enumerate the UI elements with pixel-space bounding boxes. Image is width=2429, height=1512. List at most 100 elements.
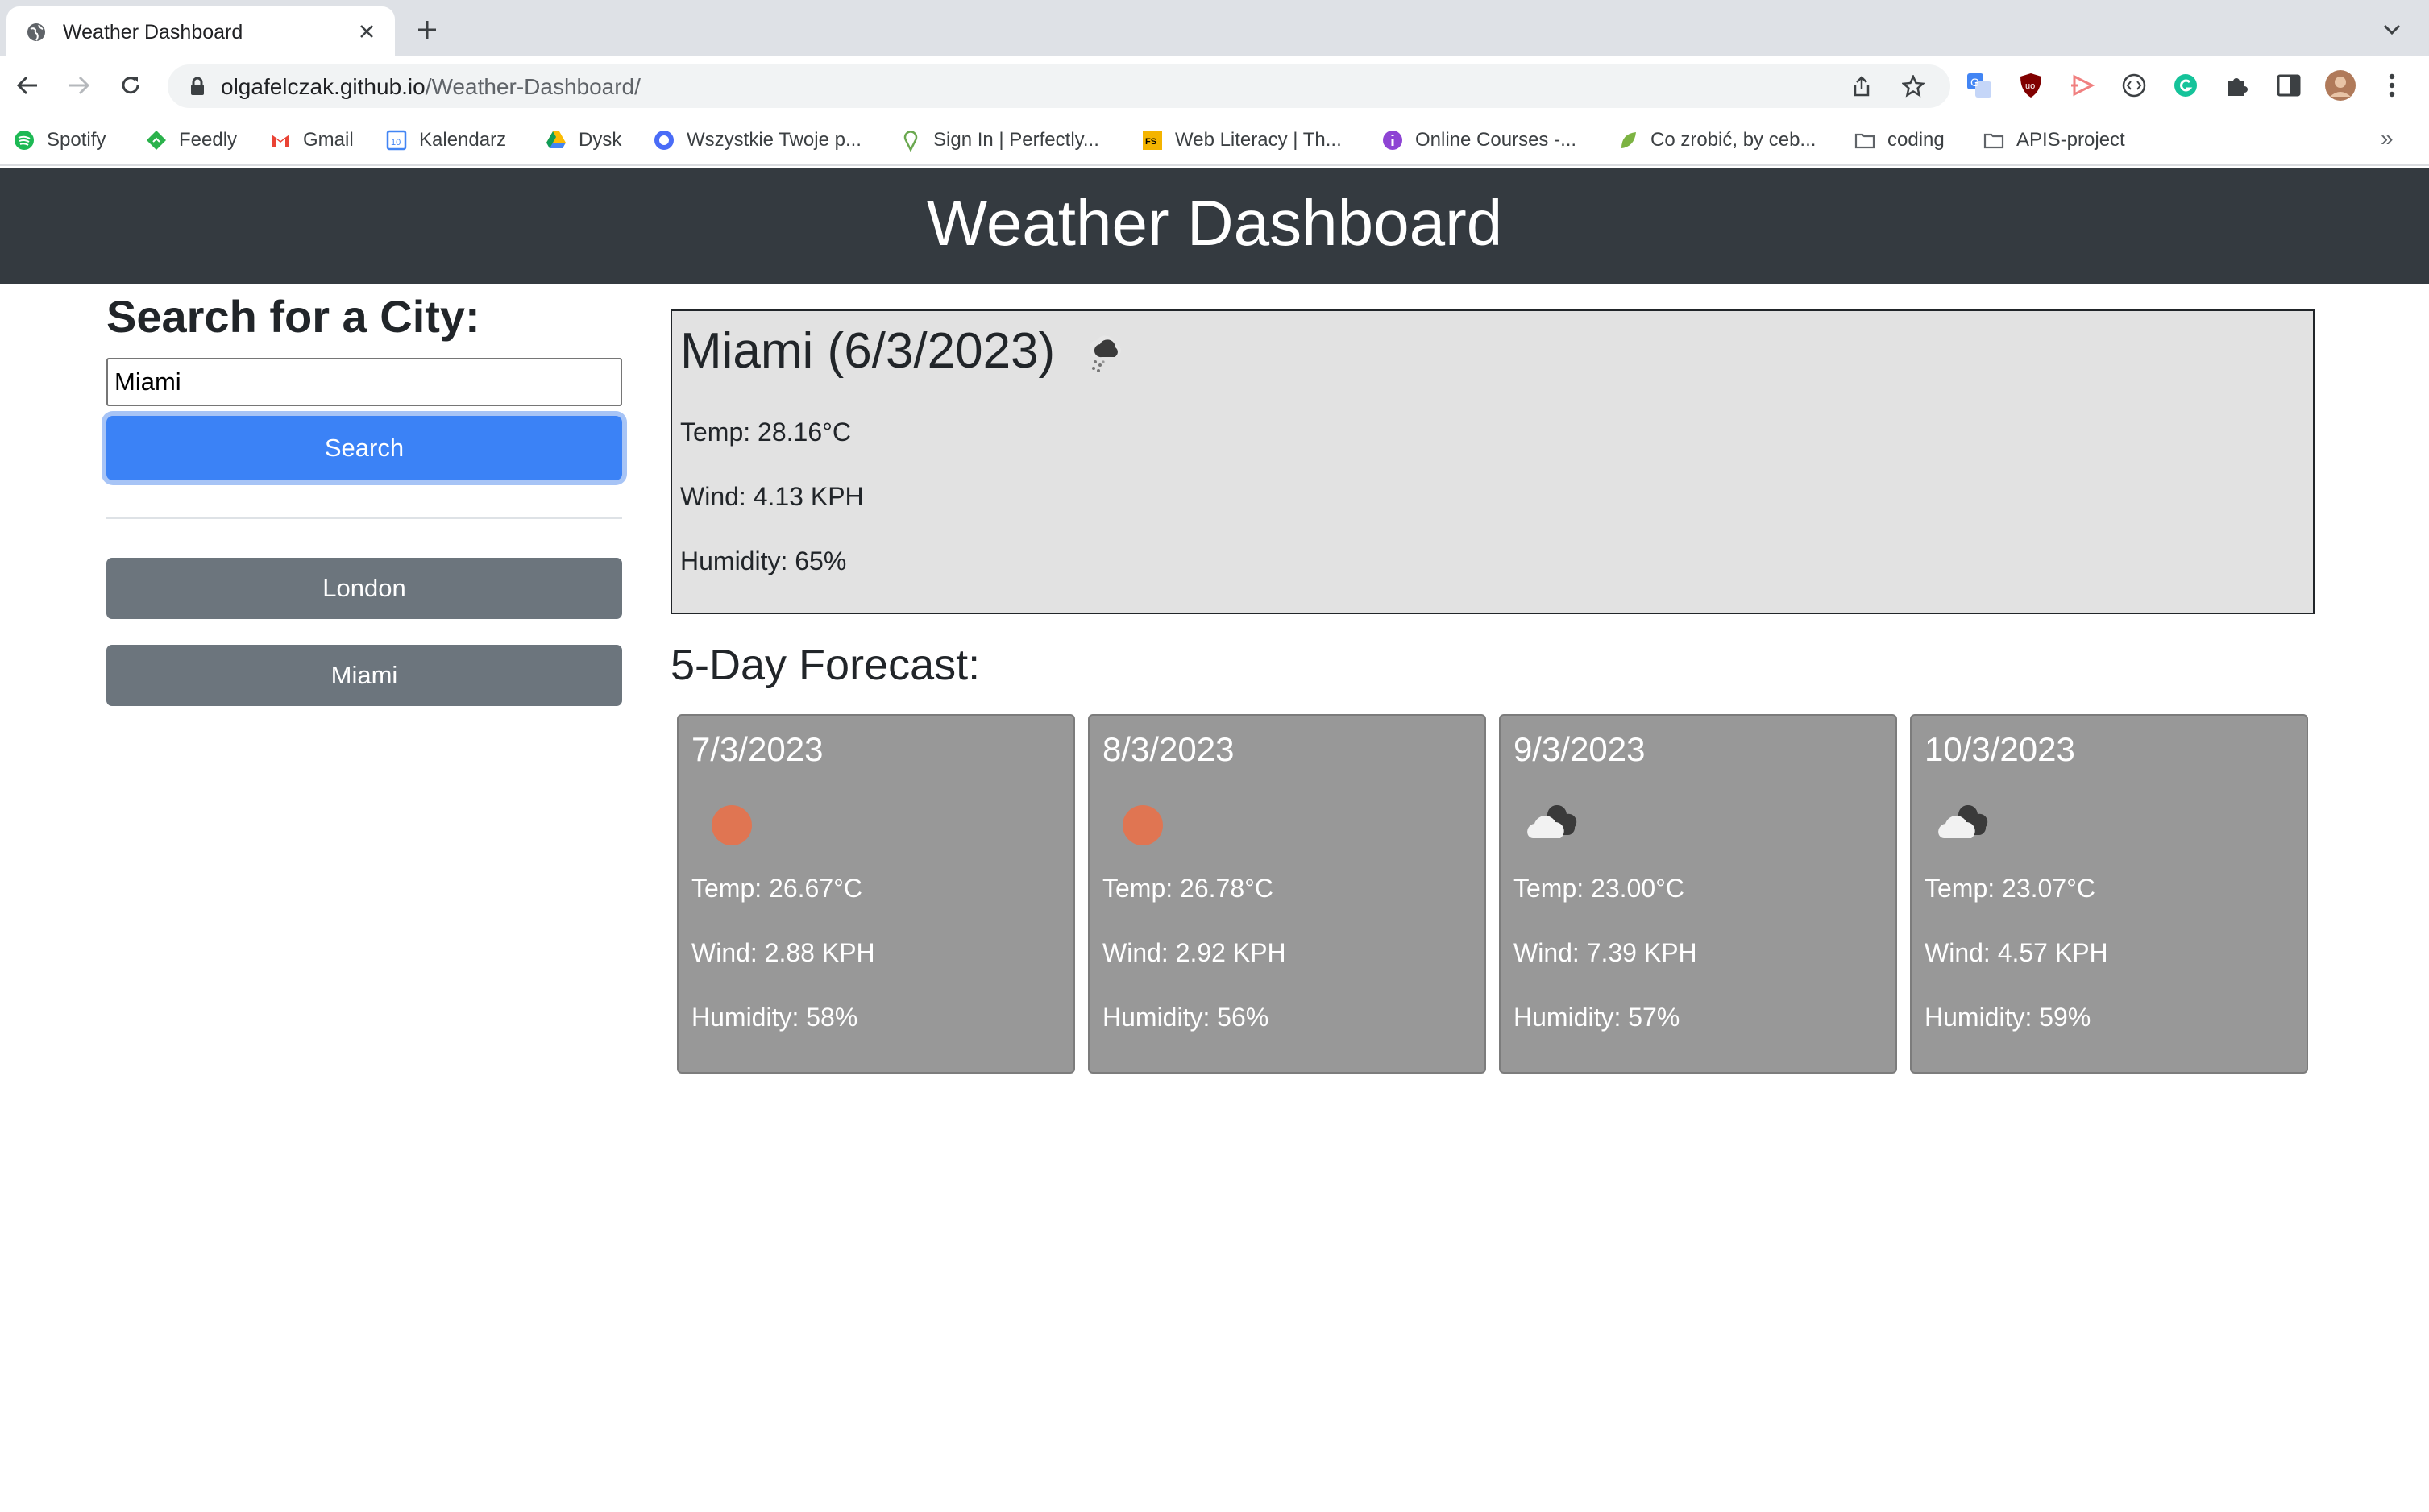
bookmark-web-literacy-th[interactable]: FS Web Literacy | Th... [1141,126,1342,155]
leaf-icon [1621,132,1636,148]
globe-icon [27,23,45,41]
web-page: Weather Dashboard Search for a City: Sea… [0,168,2429,1512]
bookmark-gmail[interactable]: Gmail [269,126,354,155]
search-heading: Search for a City: [106,291,480,342]
bookmark-label: Online Courses -... [1415,129,1577,151]
side-panel-button[interactable] [2273,69,2305,102]
back-arrow-icon [16,76,37,95]
forecast-temp: Temp: 26.78°C [1102,874,1274,903]
tab-strip: Weather Dashboard [0,0,2429,56]
forecast-temp: Temp: 23.00°C [1513,874,1685,903]
forward-button[interactable] [61,68,97,103]
forecast-humidity: Humidity: 56% [1102,1003,1269,1032]
bookmark-coding[interactable]: coding [1854,126,1945,155]
info-icon [1383,131,1402,150]
bookmark-spotify[interactable]: Spotify [13,126,106,155]
forecast-card: 7/3/2023 Temp: 26.67°C Wind: 2.88 KPH Humid… [677,714,1075,1074]
sun-icon [1123,805,1163,845]
broken-clouds-icon [1938,804,1988,838]
current-wind: Wind: 4.13 KPH [680,482,864,511]
bookmark-label: Spotify [47,129,106,151]
sun-icon [712,805,752,845]
ublock-extension[interactable]: uo [2015,69,2047,102]
grammarly-extension[interactable] [2169,69,2202,102]
bookmark-co-zrobi-by-ceb[interactable]: Co zrobić, by ceb... [1617,126,1816,155]
calendar-icon: 10 [386,130,407,151]
cast-extension[interactable] [2066,69,2099,102]
profile-button[interactable] [2324,69,2356,102]
svg-text:uo: uo [2025,81,2035,91]
tab-search-button[interactable] [2376,14,2408,46]
forecast-card: 9/3/2023 Temp: 23.00°C Wind: 7.39 KPH Humid… [1499,714,1897,1074]
play-icon [2071,74,2095,97]
history-button-miami[interactable]: Miami [106,645,622,706]
bookmark-apis-project[interactable]: APIS-project [1983,126,2125,155]
forecast-humidity: Humidity: 57% [1513,1003,1680,1032]
side-panel-icon [2277,74,2301,97]
bookmark-label: Feedly [179,129,238,151]
city-search-input[interactable] [106,358,622,406]
address-bar[interactable]: olgafelczak.github.io/Weather-Dashboard/ [168,64,1950,108]
forecast-wind: Wind: 2.88 KPH [691,938,875,967]
shield-icon: uo [2020,73,2041,98]
bookmark-label: Wszystkie Twoje p... [687,129,862,151]
drive-icon [546,131,566,148]
bookmark-star-button[interactable] [1899,72,1928,101]
extensions-button[interactable] [2221,69,2253,102]
site-icon [654,131,674,150]
forecast-temp: Temp: 26.67°C [691,874,863,903]
history-button-london[interactable]: London [106,558,622,619]
browser-tab[interactable]: Weather Dashboard [6,6,395,56]
lock-icon [191,77,204,95]
bookmark-label: coding [1887,129,1945,151]
forward-arrow-icon [69,76,90,95]
forecast-date: 10/3/2023 [1925,730,2075,768]
forecast-wind: Wind: 7.39 KPH [1513,938,1697,967]
svg-text:G: G [1970,76,1979,89]
forecast-humidity: Humidity: 59% [1925,1003,2091,1032]
bookmark-label: APIS-project [2016,129,2125,151]
forecast-humidity: Humidity: 58% [691,1003,858,1032]
bookmark-online-courses[interactable]: Online Courses -... [1381,126,1576,155]
broken-clouds-icon [1527,804,1577,838]
new-tab-button[interactable] [411,14,443,46]
current-city-date: Miami (6/3/2023) [680,323,1056,379]
current-weather-panel: Miami (6/3/2023) Temp: 28.16°C Wind: 4.1… [671,309,2315,614]
share-button[interactable] [1847,72,1876,101]
star-icon [1902,75,1925,98]
search-button[interactable]: Search [106,416,622,480]
close-tab-button[interactable] [353,18,380,45]
bookmark-feedly[interactable]: Feedly [145,126,237,155]
svg-text:FS: FS [1145,137,1156,147]
bookmark-label: Web Literacy | Th... [1175,129,1342,151]
forecast-date: 7/3/2023 [691,730,824,768]
bookmark-label: Sign In | Perfectly... [933,129,1099,151]
current-temp: Temp: 28.16°C [680,417,852,447]
back-button[interactable] [10,68,45,103]
reload-button[interactable] [113,68,148,103]
more-bookmarks-button[interactable]: » [2381,126,2394,152]
pin-icon [903,131,918,152]
bookmark-dysk[interactable]: Dysk [545,126,621,155]
chevron-down-icon [2383,24,2401,35]
svg-text:10: 10 [391,138,401,147]
bookmark-sign-in-perfectly[interactable]: Sign In | Perfectly... [899,126,1099,155]
bookmarks-bar: » Spotify Feedly Gmail 10 Kalendarz Dysk Wszys… [0,114,2429,166]
devtools-extension[interactable] [2118,69,2150,102]
bookmark-label: Kalendarz [419,129,507,151]
snow-cloud-icon [1090,334,1122,372]
folder-icon [1983,133,2004,149]
divider [106,517,622,519]
plus-icon [418,21,436,39]
translate-extension[interactable]: G [1963,69,1995,102]
grammarly-icon [2174,74,2197,97]
bookmark-label: Dysk [579,129,622,151]
forecast-card: 8/3/2023 Temp: 26.78°C Wind: 2.92 KPH Humid… [1088,714,1486,1074]
bookmark-kalendarz[interactable]: 10 Kalendarz [385,126,506,155]
bookmark-wszystkie-twoje-p[interactable]: Wszystkie Twoje p... [653,126,862,155]
forecast-wind: Wind: 4.57 KPH [1925,938,2108,967]
page-title: Weather Dashboard [926,187,1503,259]
browser-menu-button[interactable] [2376,69,2408,102]
spotify-icon [15,131,34,150]
feedly-icon [147,131,166,150]
